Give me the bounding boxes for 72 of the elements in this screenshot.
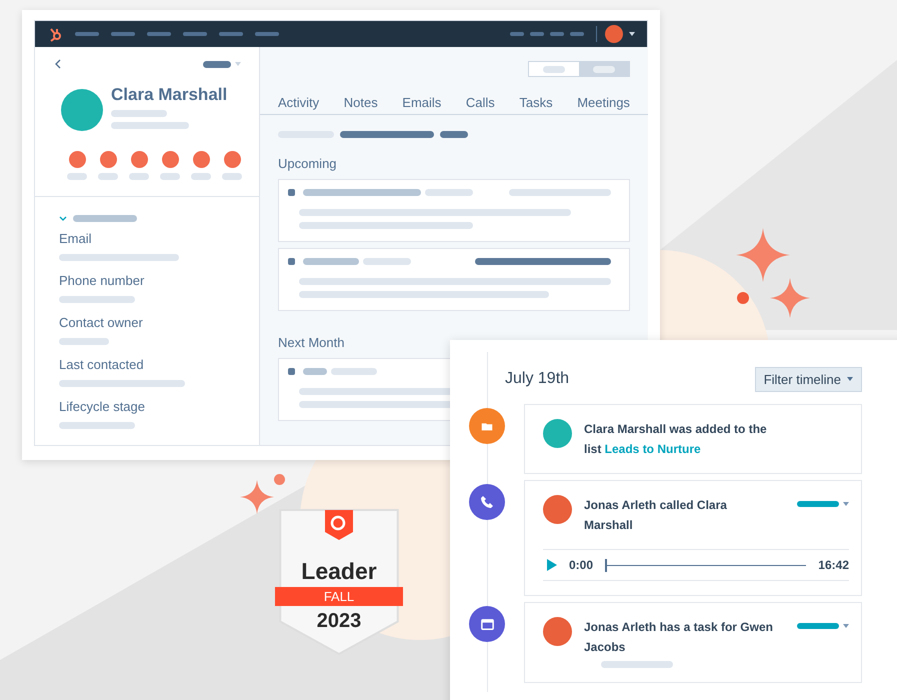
placeholder-bar xyxy=(191,173,211,180)
badge-year: 2023 xyxy=(316,610,362,633)
nav-item-placeholder[interactable] xyxy=(111,32,135,36)
tab[interactable]: Notes xyxy=(344,95,378,110)
current-time: 0:00 xyxy=(569,558,594,572)
placeholder-bar xyxy=(98,173,118,180)
event-description: Jonas Arleth has a task for Gwen Jacobs xyxy=(584,619,774,656)
nav-item-placeholder[interactable] xyxy=(550,32,564,36)
badge-season: FALL xyxy=(275,587,403,606)
property-label: Email xyxy=(59,231,93,246)
chevron-icon[interactable] xyxy=(59,216,67,221)
tab[interactable]: Meetings xyxy=(577,95,630,110)
nav-item-placeholder[interactable] xyxy=(530,32,544,36)
status-dropdown[interactable] xyxy=(797,501,849,507)
placeholder-bar xyxy=(59,338,109,345)
property-label: Lifecycle stage xyxy=(59,399,146,414)
audio-progress-handle[interactable] xyxy=(605,558,608,572)
caret-icon[interactable] xyxy=(629,32,635,36)
g2-logo-icon xyxy=(325,510,353,540)
placeholder-bar xyxy=(440,131,468,138)
property-label: Phone number xyxy=(59,273,146,288)
contact-name: Clara Marshall xyxy=(111,85,228,105)
play-icon[interactable] xyxy=(547,559,557,571)
decor-dot xyxy=(274,474,285,485)
filter-timeline-button[interactable]: Filter timeline xyxy=(754,366,862,392)
tab[interactable]: Calls xyxy=(466,95,495,110)
action-button[interactable] xyxy=(68,151,86,168)
placeholder-bar xyxy=(73,215,137,222)
nav-item-placeholder[interactable] xyxy=(219,32,243,36)
placeholder-bar xyxy=(203,60,231,68)
placeholder-bar xyxy=(129,173,149,180)
folder-icon xyxy=(469,408,505,444)
action-button[interactable] xyxy=(224,151,240,168)
event-description: Clara Marshall was added to the list Leads to Nurture xyxy=(584,421,768,458)
section-title: Upcoming xyxy=(278,156,338,171)
nav-item-placeholder[interactable] xyxy=(147,32,171,36)
placeholder-bar xyxy=(160,173,180,180)
tab[interactable]: Activity xyxy=(278,95,320,110)
nav-item-placeholder[interactable] xyxy=(255,32,279,36)
action-button[interactable] xyxy=(192,151,210,168)
tab[interactable]: Tasks xyxy=(519,95,553,110)
sparkle-icon xyxy=(736,228,790,282)
duration: 16:42 xyxy=(818,558,849,572)
phone-icon xyxy=(469,484,505,520)
nav-item-placeholder[interactable] xyxy=(183,32,207,36)
placeholder-bar xyxy=(111,110,167,117)
nav-item-placeholder[interactable] xyxy=(75,32,99,36)
window-icon xyxy=(469,606,505,642)
sparkle-icon xyxy=(240,480,274,514)
timeline-date: July 19th xyxy=(505,370,570,388)
property-label: Last contacted xyxy=(59,357,145,372)
action-button[interactable] xyxy=(100,151,116,168)
view-toggle[interactable] xyxy=(528,61,630,77)
action-button[interactable] xyxy=(130,151,148,168)
back-icon[interactable] xyxy=(55,59,61,69)
nav-item-placeholder[interactable] xyxy=(510,32,524,36)
badge-title: Leader xyxy=(301,558,377,585)
sparkle-icon xyxy=(770,278,810,318)
action-button[interactable] xyxy=(162,151,178,168)
status-dropdown[interactable] xyxy=(797,623,849,629)
placeholder-bar xyxy=(601,661,673,668)
caret-icon[interactable] xyxy=(847,377,853,381)
avatar[interactable] xyxy=(605,25,623,43)
property-label: Contact owner xyxy=(59,315,144,330)
event-description: Jonas Arleth called Clara Marshall xyxy=(584,497,728,534)
avatar xyxy=(61,89,103,131)
list-link[interactable]: Leads to Nurture xyxy=(604,442,701,456)
tab[interactable]: Emails xyxy=(402,95,442,110)
nav-item-placeholder[interactable] xyxy=(570,32,584,36)
placeholder-bar xyxy=(222,173,242,180)
section-title: Next Month xyxy=(278,335,346,350)
placeholder-bar xyxy=(67,173,87,180)
